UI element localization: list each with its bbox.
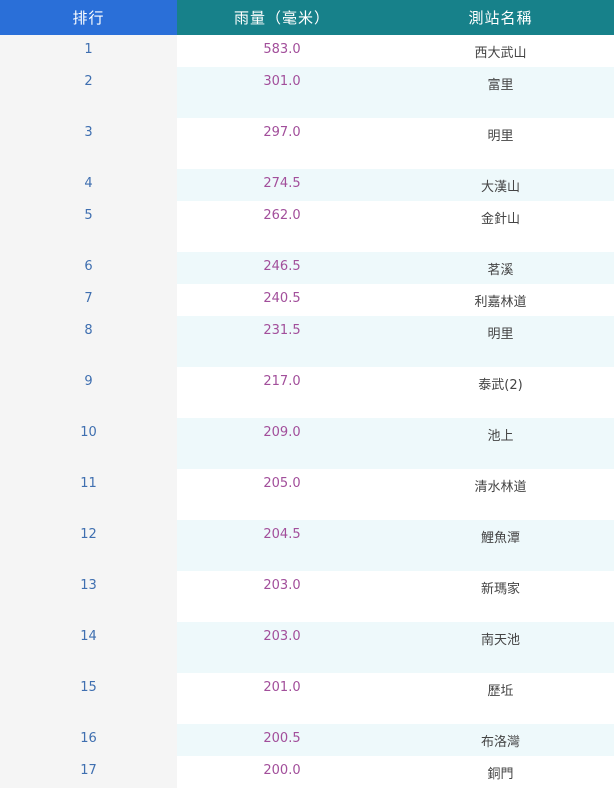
station-cell: 清水林道: [474, 480, 527, 495]
rank-cell: 6: [0, 252, 177, 284]
table-row: 10 209.0 池上: [0, 418, 614, 469]
station-cell: 布洛灣: [387, 724, 614, 756]
table-row: 9 217.0 泰武(2): [0, 367, 614, 418]
rainfall-cell: 301.0: [177, 67, 387, 118]
table-row: 15 201.0 歷坵: [0, 673, 614, 724]
rank-cell: 7: [0, 284, 177, 316]
rainfall-cell: 204.5: [177, 520, 387, 571]
station-cell: 金針山: [480, 212, 520, 227]
rainfall-cell: 262.0: [263, 208, 301, 223]
station-cell: 富里: [387, 67, 614, 118]
rank-cell: 9: [0, 367, 177, 418]
rank-cell: 11: [0, 469, 177, 520]
rainfall-cell: 201.0: [263, 680, 301, 695]
table-header-row: 排行 雨量（毫米） 測站名稱: [0, 0, 614, 35]
table-row: 11 205.0 清水林道: [0, 469, 614, 520]
rainfall-cell: 205.0: [263, 476, 301, 491]
rainfall-cell: 217.0: [263, 374, 301, 389]
table-row: 13 203.0 新瑪家: [0, 571, 614, 622]
column-header-station: 測站名稱: [387, 0, 614, 35]
rainfall-cell: 203.0: [263, 578, 301, 593]
rainfall-cell: 246.5: [177, 252, 387, 284]
table-row: 14 203.0 南天池: [0, 622, 614, 673]
station-cell: 茗溪: [387, 252, 614, 284]
rainfall-cell: 200.5: [177, 724, 387, 756]
rainfall-cell: 203.0: [177, 622, 387, 673]
rank-cell: 10: [0, 418, 177, 469]
table-body: 1 583.0 西大武山 2 301.0 富里 3 297.0 明里 4 274.5 大漢山 5 262.…: [0, 35, 614, 788]
table-row: 3 297.0 明里: [0, 118, 614, 169]
table-row: 8 231.5 明里: [0, 316, 614, 367]
table-row: 12 204.5 鯉魚潭: [0, 520, 614, 571]
rank-cell: 3: [0, 118, 177, 169]
rainfall-cell: 274.5: [177, 169, 387, 201]
rank-cell: 14: [0, 622, 177, 673]
station-cell: 歷坵: [487, 684, 514, 699]
rainfall-cell: 297.0: [263, 125, 301, 140]
table-row: 5 262.0 金針山: [0, 201, 614, 252]
table-row: 1 583.0 西大武山: [0, 35, 614, 67]
column-header-rainfall: 雨量（毫米）: [177, 0, 387, 35]
station-cell: 泰武(2): [478, 378, 523, 393]
rank-cell: 16: [0, 724, 177, 756]
table-row: 2 301.0 富里: [0, 67, 614, 118]
station-cell: 池上: [387, 418, 614, 469]
station-cell: 銅門: [487, 767, 514, 782]
column-header-rank: 排行: [0, 0, 177, 35]
rank-cell: 17: [0, 756, 177, 788]
station-cell: 大漢山: [387, 169, 614, 201]
table-row: 7 240.5 利嘉林道: [0, 284, 614, 316]
table-row: 4 274.5 大漢山: [0, 169, 614, 201]
rank-cell: 2: [0, 67, 177, 118]
rainfall-ranking-table: 排行 雨量（毫米） 測站名稱 1 583.0 西大武山 2 301.0 富里 3 297.0 明…: [0, 0, 614, 788]
station-cell: 鯉魚潭: [387, 520, 614, 571]
rank-cell: 5: [0, 201, 177, 252]
rank-cell: 13: [0, 571, 177, 622]
station-cell: 西大武山: [474, 46, 527, 61]
table-row: 6 246.5 茗溪: [0, 252, 614, 284]
station-cell: 利嘉林道: [474, 295, 527, 310]
rainfall-cell: 583.0: [263, 42, 301, 57]
table-header: 排行 雨量（毫米） 測站名稱: [0, 0, 614, 35]
rainfall-cell: 200.0: [263, 763, 301, 778]
rainfall-cell: 231.5: [177, 316, 387, 367]
rainfall-cell: 240.5: [263, 291, 301, 306]
rank-cell: 15: [0, 673, 177, 724]
table-row: 17 200.0 銅門: [0, 756, 614, 788]
station-cell: 明里: [487, 129, 514, 144]
table-row: 16 200.5 布洛灣: [0, 724, 614, 756]
rank-cell: 1: [0, 35, 177, 67]
station-cell: 南天池: [387, 622, 614, 673]
rank-cell: 8: [0, 316, 177, 367]
rank-cell: 4: [0, 169, 177, 201]
station-cell: 明里: [387, 316, 614, 367]
station-cell: 新瑪家: [480, 582, 520, 597]
rainfall-cell: 209.0: [177, 418, 387, 469]
rank-cell: 12: [0, 520, 177, 571]
